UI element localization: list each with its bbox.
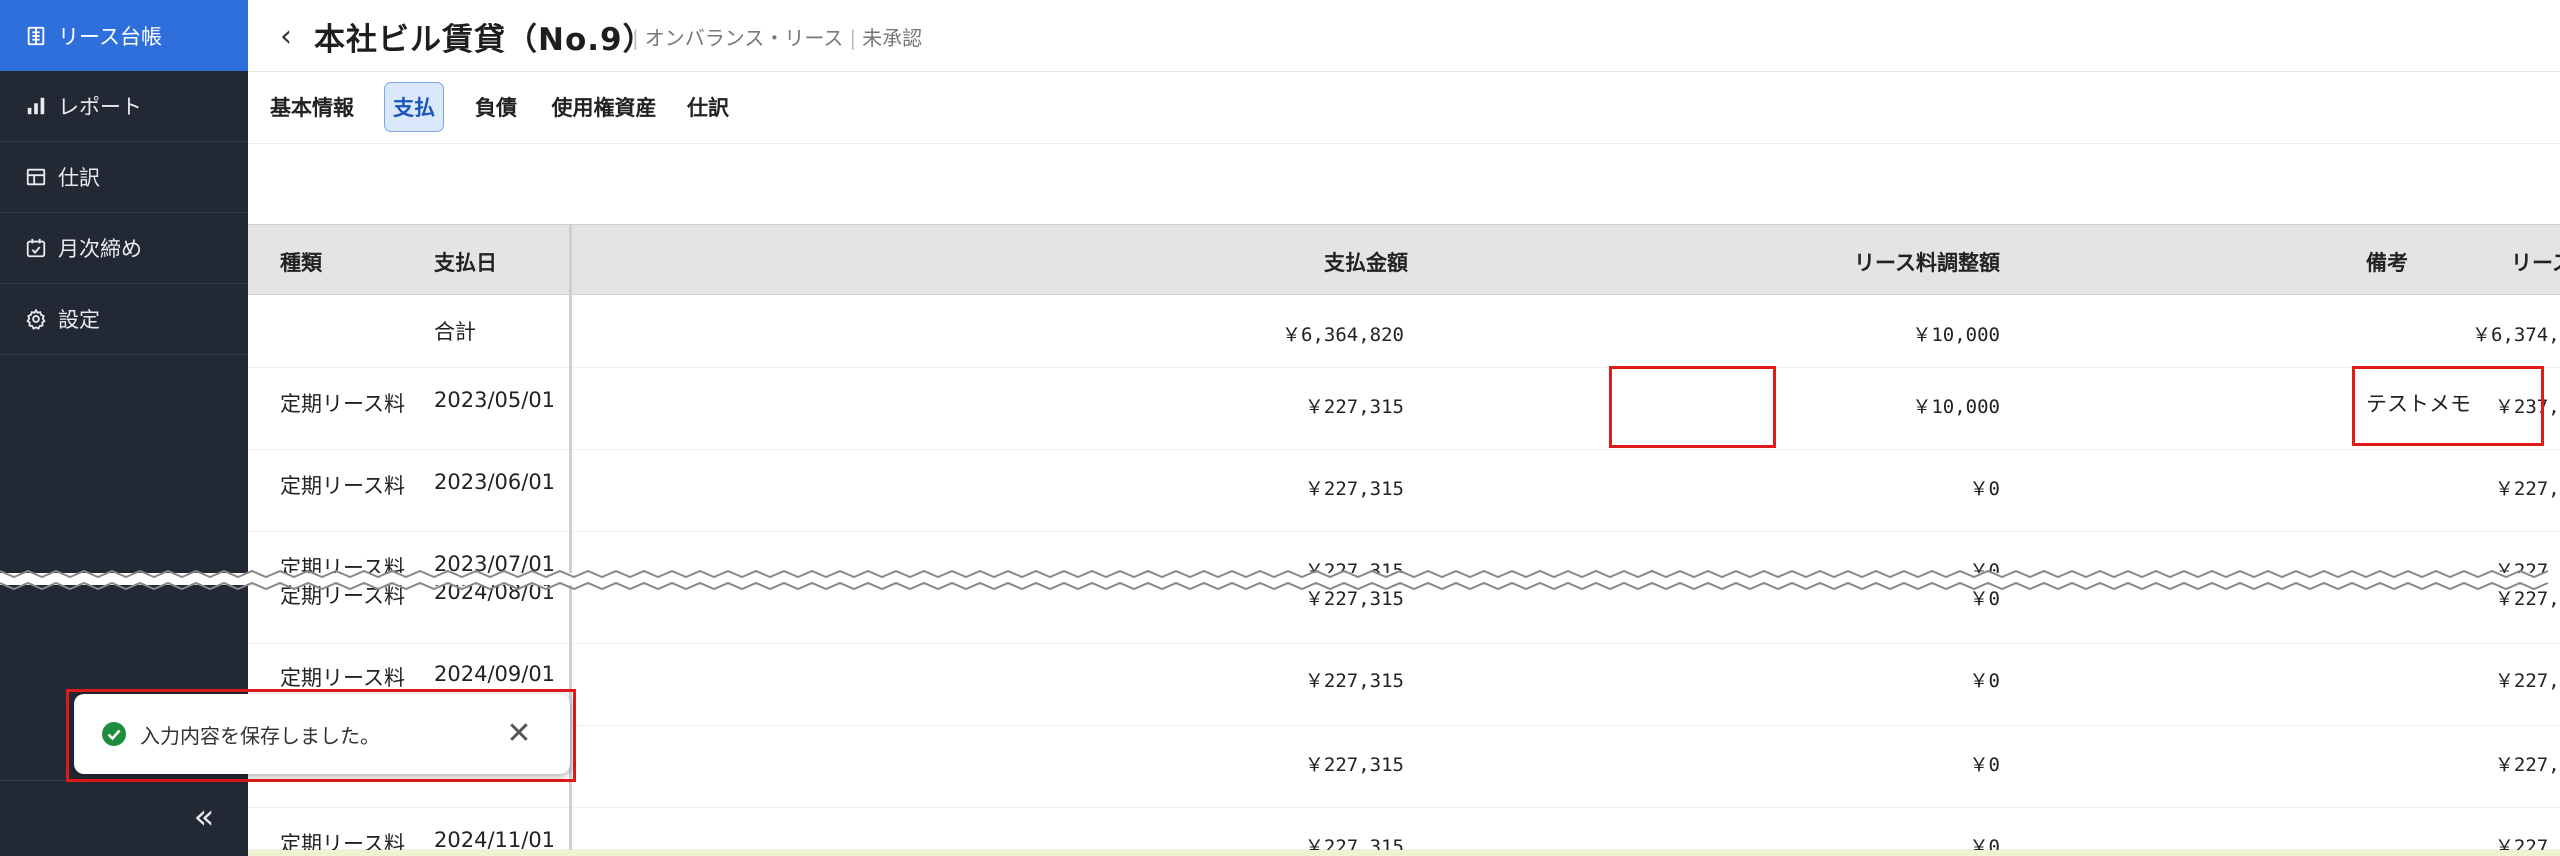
total-lease-fee: ￥6,374,820 bbox=[2472, 324, 2560, 346]
table-row[interactable]: 定期リース料 2023/05/01 ￥227,315 ￥10,000 ￥237,… bbox=[248, 368, 2560, 450]
cell-lease-fee: ￥227,315 bbox=[2494, 670, 2560, 692]
column-header-note[interactable]: 備考 bbox=[2366, 247, 2408, 277]
cell-payment: ￥227,315 bbox=[1304, 478, 1404, 500]
separator: | bbox=[632, 26, 639, 50]
table-row[interactable]: ￥227,315 ￥0 ￥227,315 bbox=[248, 726, 2560, 808]
cell-lease-fee: ￥227,315 bbox=[2494, 478, 2560, 500]
total-label: 合計 bbox=[434, 320, 476, 344]
column-header-date[interactable]: 支払日 bbox=[434, 247, 497, 277]
collapse-sidebar-button[interactable]: « bbox=[186, 799, 222, 835]
table-icon bbox=[24, 165, 48, 189]
sidebar-footer: « bbox=[0, 780, 248, 856]
tab-liability[interactable]: 負債 bbox=[470, 82, 522, 132]
separator: | bbox=[849, 26, 857, 50]
page-header: ‹ 本社ビル賃貸（No.9） | オンバランス・リース | 未承認 bbox=[248, 0, 2560, 72]
sidebar-item-label: レポート bbox=[58, 95, 142, 119]
cell-payment: ￥227,315 bbox=[1304, 670, 1404, 692]
highlight-adjustment-cell bbox=[1609, 366, 1776, 448]
screenshot-break bbox=[0, 569, 2560, 591]
lease-type: オンバランス・リース bbox=[644, 26, 844, 50]
cell-type: 定期リース料 bbox=[280, 392, 405, 416]
highlight-note-cell bbox=[2352, 366, 2544, 446]
back-button[interactable]: ‹ bbox=[272, 18, 300, 54]
sidebar-item-journal[interactable]: 仕訳 bbox=[0, 142, 248, 213]
cell-date: 2023/06/01 bbox=[434, 470, 556, 494]
cell-date: 2024/09/01 bbox=[434, 662, 556, 686]
cell-adjustment[interactable]: ￥0 bbox=[1548, 750, 2000, 777]
sidebar-item-label: 月次締め bbox=[58, 237, 142, 261]
sidebar-item-label: 仕訳 bbox=[58, 166, 100, 190]
page-subtitle: | オンバランス・リース | 未承認 bbox=[626, 22, 922, 51]
cell-date: 2024/11/01 bbox=[434, 828, 556, 852]
bar-chart-icon bbox=[24, 94, 48, 118]
sidebar-item-monthly-close[interactable]: 月次締め bbox=[0, 213, 248, 284]
check-circle-icon bbox=[102, 722, 126, 746]
column-header-adjustment[interactable]: リース料調整額 bbox=[1548, 247, 2000, 277]
table-row[interactable]: 定期リース料 2024/11/01 ￥227,315 ￥0 ￥227,315 bbox=[248, 808, 2560, 856]
close-icon[interactable]: ✕ bbox=[504, 716, 534, 751]
page-title: 本社ビル賃貸（No.9） bbox=[314, 22, 655, 58]
cell-date: 2023/05/01 bbox=[434, 388, 556, 412]
tab-basic-info[interactable]: 基本情報 bbox=[264, 82, 360, 132]
total-row: 合計 ￥6,364,820 ￥10,000 ￥6,374,820 bbox=[248, 296, 2560, 368]
tab-journal[interactable]: 仕訳 bbox=[682, 82, 734, 132]
column-header-type[interactable]: 種類 bbox=[280, 247, 322, 277]
success-toast: 入力内容を保存しました。 ✕ bbox=[74, 694, 570, 774]
ledger-icon bbox=[24, 24, 48, 48]
tab-rou-asset[interactable]: 使用権資産 bbox=[548, 82, 660, 132]
bottom-edge bbox=[248, 850, 2560, 856]
cell-payment: ￥227,315 bbox=[1304, 754, 1404, 776]
table-header: 種類 支払日 支払金額 リース料調整額 リース料 備考 bbox=[248, 224, 2560, 295]
cell-adjustment[interactable]: ￥0 bbox=[1548, 666, 2000, 693]
approval-status: 未承認 bbox=[862, 26, 923, 50]
toast-message: 入力内容を保存しました。 bbox=[140, 724, 380, 748]
tab-payment[interactable]: 支払 bbox=[384, 82, 444, 132]
cell-lease-fee: ￥227,315 bbox=[2494, 754, 2560, 776]
gear-icon bbox=[24, 307, 48, 331]
sidebar-item-report[interactable]: レポート bbox=[0, 71, 248, 142]
total-payment: ￥6,364,820 bbox=[1282, 324, 1404, 346]
tab-bar: 基本情報 支払 負債 使用権資産 仕訳 bbox=[248, 72, 2560, 144]
sidebar-item-label: 設定 bbox=[58, 308, 100, 332]
sidebar-item-lease-ledger[interactable]: リース台帳 bbox=[0, 0, 248, 71]
total-adjustment: ￥10,000 bbox=[1912, 324, 2000, 346]
column-header-lease-fee[interactable]: リース料 bbox=[2148, 247, 2560, 277]
calendar-check-icon bbox=[24, 236, 48, 260]
cell-type: 定期リース料 bbox=[280, 474, 405, 498]
cell-payment: ￥227,315 bbox=[1304, 396, 1404, 418]
sidebar-item-settings[interactable]: 設定 bbox=[0, 284, 248, 355]
sidebar-item-label: リース台帳 bbox=[58, 24, 162, 49]
table-row[interactable]: 定期リース料 2023/06/01 ￥227,315 ￥0 ￥227,315 bbox=[248, 450, 2560, 532]
column-header-payment[interactable]: 支払金額 bbox=[948, 247, 1408, 277]
cell-type: 定期リース料 bbox=[280, 666, 405, 690]
cell-adjustment[interactable]: ￥0 bbox=[1548, 474, 2000, 501]
table-row[interactable]: 定期リース料 2024/09/01 ￥227,315 ￥0 ￥227,315 bbox=[248, 644, 2560, 726]
